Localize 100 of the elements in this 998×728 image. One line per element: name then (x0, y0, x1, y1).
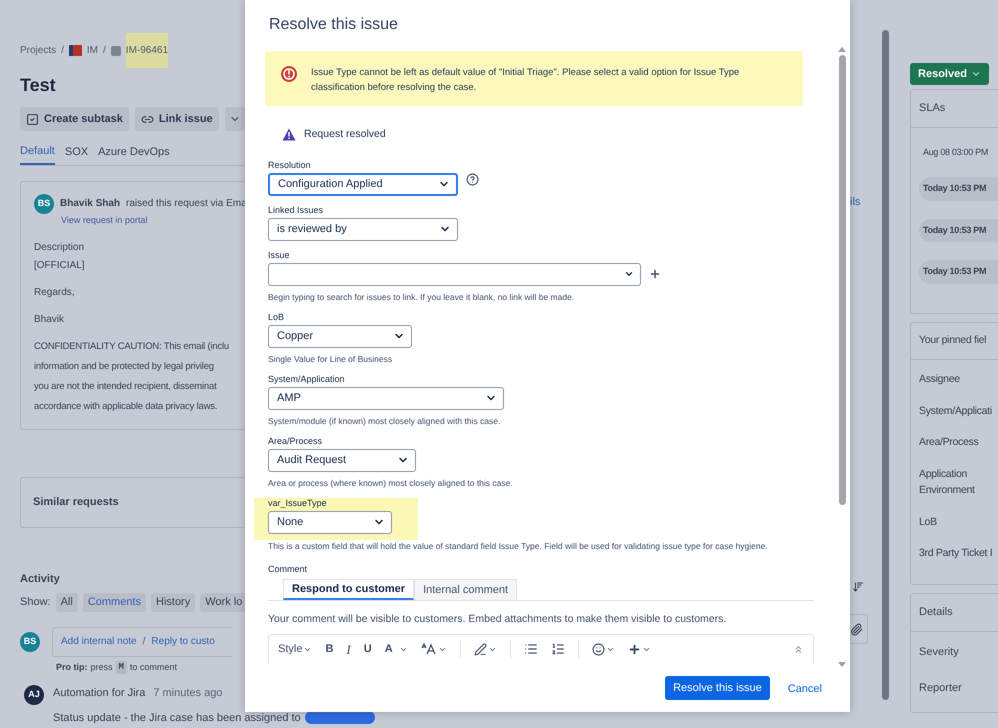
select-field[interactable]: Copper (268, 324, 412, 348)
field-hint: System/module (if known) most closely aligned with this case. (268, 416, 502, 427)
field-hint: This is a custom field that will hold the value of standard field Issue Type. Field will be used for validating issue type for case hygiene. (268, 540, 769, 552)
separator-text: / (142, 635, 146, 649)
resolve-button[interactable]: Resolve this issue (665, 676, 770, 700)
numbered-list-icon[interactable] (550, 642, 565, 656)
field-label: Severity (919, 644, 960, 660)
user-avatar: BS (34, 194, 54, 214)
description-line: Description (34, 241, 86, 255)
subtask-icon (26, 112, 39, 126)
emoji-button[interactable] (592, 642, 615, 656)
pro-tip-text: press (90, 660, 113, 674)
field-label: Linked Issues (268, 204, 324, 216)
error-message: Issue Type cannot be left as default value of "Initial Triage". Please select a valid option for Issue Type classification before resolving the case. (311, 66, 740, 95)
sla-time-pill: Today 10:53 PM (919, 177, 998, 200)
reply-link[interactable]: Reply to custo (151, 634, 215, 649)
style-menu[interactable]: Style (278, 641, 312, 658)
show-label: Show: (20, 595, 51, 610)
underline-button[interactable]: U (364, 641, 372, 658)
field-label: Area/Process (268, 436, 324, 447)
action-button[interactable]: Link issue (134, 107, 219, 131)
panel-title: Details (911, 594, 998, 632)
select-field[interactable]: AMP (268, 386, 504, 410)
text-color-button[interactable]: A (384, 641, 408, 658)
comment-note: Your comment will be visible to customers. Embed attachments to make them visible to customers. (268, 612, 728, 626)
pro-tip-label: Pro tip: (56, 660, 88, 674)
portal-link[interactable]: View request in portal (61, 214, 246, 227)
comment-tab[interactable]: Respond to customer (283, 578, 414, 600)
breadcrumb-link[interactable]: Projects (20, 43, 56, 58)
help-icon[interactable] (466, 172, 479, 186)
field-label: System/Application (268, 374, 346, 385)
field-label: System/Applicati (919, 404, 993, 418)
field-hint: Begin typing to search for issues to link. If you leave it blank, no link will be made. (268, 292, 576, 303)
select-field[interactable]: is reviewed by (268, 218, 458, 241)
caution-line: information and be protected by legal privileg (34, 360, 215, 374)
field-label: Application Environment (919, 467, 976, 498)
activity-filter[interactable]: Comments (82, 593, 146, 612)
view-tab[interactable]: Azure DevOps (98, 143, 170, 164)
panel-title: Your pinned fiel (911, 323, 998, 360)
select-field[interactable]: None (268, 510, 392, 534)
caution-line: accordance with applicable data privacy laws. (34, 400, 218, 414)
text-size-button[interactable] (420, 643, 447, 656)
select-field[interactable]: Audit Request (268, 448, 416, 472)
page-scrollbar[interactable] (882, 30, 889, 700)
paperclip-icon (850, 622, 863, 636)
field-label: Reporter (919, 681, 963, 696)
more-actions-button[interactable] (224, 107, 245, 131)
bulleted-list-icon[interactable] (524, 642, 538, 656)
field-label: Issue (268, 250, 291, 261)
details-link[interactable]: ils (850, 194, 860, 210)
field-label: LoB (919, 514, 938, 530)
issue-type-icon (110, 46, 121, 56)
warning-icon (282, 128, 296, 142)
author-name[interactable]: Automation for Jira (53, 685, 146, 702)
comment-label: Comment (268, 564, 308, 575)
insert-button[interactable] (628, 642, 651, 656)
description-line: [OFFICIAL] (34, 259, 86, 273)
project-icon (68, 45, 82, 56)
pro-tip-text: to comment (130, 660, 177, 674)
field-label: var_IssueType (268, 498, 328, 509)
panel-title: Similar requests (33, 494, 119, 510)
field-label: Resolution (268, 160, 312, 171)
breadcrumb-separator: / (103, 44, 106, 58)
view-tab[interactable]: Default (20, 143, 55, 164)
plus-icon (628, 642, 641, 656)
add-icon[interactable] (649, 268, 661, 280)
view-tab[interactable]: SOX (64, 143, 88, 164)
activity-filter[interactable]: All (56, 593, 78, 612)
field-label: Area/Process (919, 435, 980, 450)
link-button[interactable] (474, 642, 497, 656)
field-hint: Single Value for Line of Business (268, 354, 394, 365)
activity-title: Activity (20, 572, 61, 586)
user-avatar: AJ (24, 685, 44, 705)
cancel-link[interactable]: Cancel (788, 681, 822, 698)
text-size-icon (420, 643, 437, 656)
add-note-link[interactable]: Add internal note (61, 634, 137, 649)
dialog-scrollbar[interactable] (838, 47, 846, 667)
activity-filter[interactable]: History (151, 593, 196, 612)
comment-composer[interactable]: Add internal note / Reply to custo (52, 626, 232, 656)
issue-combo-field[interactable] (268, 262, 641, 286)
sort-icon[interactable] (852, 581, 864, 593)
italic-button[interactable]: I (346, 640, 351, 659)
issue-title: Test (20, 74, 57, 97)
status-button[interactable]: Resolved (910, 63, 989, 85)
user-avatar: BS (20, 632, 40, 652)
caution-line: you are not the intended recipient, disseminat (34, 380, 218, 394)
reporter-name[interactable]: Bhavik Shah (60, 196, 120, 211)
breadcrumb-link[interactable]: IM (86, 43, 98, 58)
activity-text: Status update - the Jira case has been assigned to (53, 710, 301, 726)
breadcrumb-link[interactable]: IM-96461 (126, 33, 168, 68)
collapse-icon[interactable] (793, 644, 804, 655)
description-line: Regards, (34, 286, 76, 300)
activity-filter[interactable]: Work lo (200, 593, 248, 612)
sla-time: Aug 08 03:00 PM (923, 146, 990, 159)
comment-tab[interactable]: Internal comment (414, 578, 518, 600)
bold-button[interactable]: B (325, 641, 334, 658)
select-field[interactable]: Configuration Applied (268, 172, 458, 196)
action-button[interactable]: Create subtask (20, 107, 129, 131)
user-mention-pill[interactable] (304, 711, 375, 724)
panel-title: SLAs (911, 90, 998, 128)
